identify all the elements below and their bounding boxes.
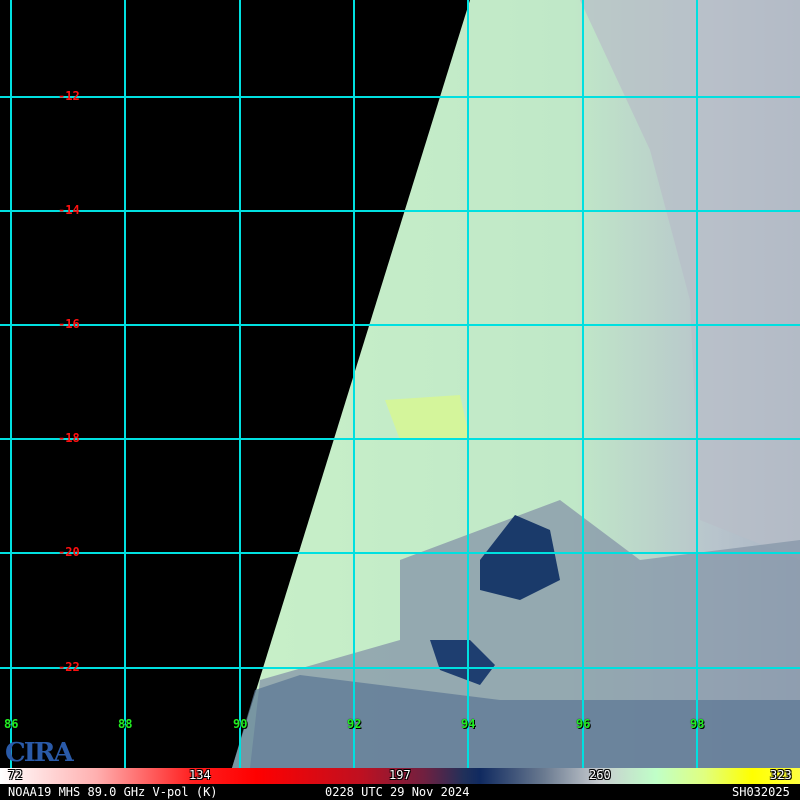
colorbar-tick: 134	[189, 768, 211, 782]
satellite-image-view: -12 -14 -16 -18 -20 -22 86 88 90 92 94 9…	[0, 0, 800, 800]
colorbar-tick: 323	[770, 768, 792, 782]
footer: NOAA19 MHS 89.0 GHz V-pol (K) 0228 UTC 2…	[0, 784, 800, 800]
lon-label: 94	[461, 717, 476, 731]
colorbar-tick: 197	[389, 768, 411, 782]
lon-label: 90	[233, 717, 248, 731]
lat-label: -20	[58, 545, 80, 559]
lat-label: -14	[58, 203, 80, 217]
cira-logo: CIRA	[5, 738, 74, 768]
lon-label: 96	[576, 717, 591, 731]
lon-label: 98	[690, 717, 705, 731]
lon-label: 86	[4, 717, 19, 731]
lat-label: -18	[58, 431, 80, 445]
lat-label: -16	[58, 317, 80, 331]
lon-label: 88	[118, 717, 133, 731]
lon-label: 92	[347, 717, 362, 731]
colorbar-tick: 72	[8, 768, 23, 782]
warm-patch	[385, 395, 470, 440]
storm-id: SH032025	[732, 785, 790, 799]
product-label: NOAA19 MHS 89.0 GHz V-pol (K)	[8, 785, 218, 799]
timestamp: 0228 UTC 29 Nov 2024	[325, 785, 470, 799]
satellite-imagery	[0, 0, 800, 768]
lat-label: -12	[58, 89, 80, 103]
colorbar-tick: 260	[589, 768, 611, 782]
lat-label: -22	[58, 660, 80, 674]
